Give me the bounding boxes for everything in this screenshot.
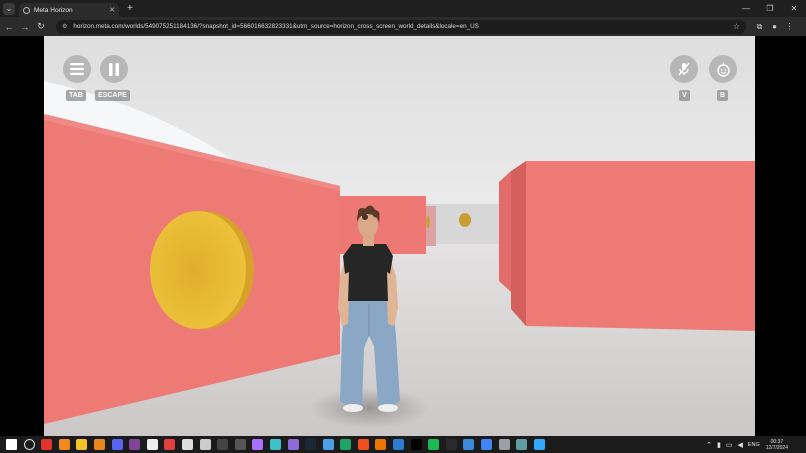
- vlc-icon[interactable]: [93, 439, 105, 450]
- opera-icon[interactable]: [41, 439, 53, 450]
- tab-title: Meta Horizon: [34, 6, 73, 14]
- discord-icon[interactable]: [111, 439, 123, 450]
- right-wall: [526, 161, 755, 331]
- search-icon[interactable]: [23, 439, 35, 450]
- menu-icon: [70, 63, 84, 75]
- emote-key-label: B: [717, 90, 729, 101]
- tor-icon[interactable]: [129, 439, 141, 450]
- site-info-icon[interactable]: ⚙: [62, 23, 67, 30]
- game-scene: [44, 36, 755, 436]
- windows-taskbar: ⌃ ▮ ▭ ◀ ENG 00:37 12/7/2024: [0, 436, 806, 453]
- emote-button[interactable]: [709, 55, 737, 83]
- notion-icon[interactable]: [146, 439, 158, 450]
- url-text: horizon.meta.com/worlds/549075251184136/…: [73, 23, 479, 30]
- microphone-muted-icon: [678, 62, 690, 76]
- unity-icon[interactable]: [181, 439, 193, 450]
- pause-icon: [109, 62, 119, 76]
- browser-tab[interactable]: Meta Horizon ✕: [19, 3, 119, 17]
- file-explorer-icon[interactable]: [76, 439, 88, 450]
- taskbar-apps: [0, 439, 545, 450]
- reload-icon[interactable]: ↻: [34, 21, 48, 32]
- window-controls: — ❐ ✕: [734, 0, 806, 17]
- github-icon[interactable]: [252, 439, 264, 450]
- microphone-button[interactable]: [670, 55, 698, 83]
- sync-icon[interactable]: [463, 439, 475, 450]
- blender-icon[interactable]: [375, 439, 387, 450]
- network-icon[interactable]: ▭: [726, 441, 733, 449]
- excel-icon[interactable]: [340, 439, 352, 450]
- right-wall-side: [511, 161, 526, 326]
- spotify-icon[interactable]: [428, 439, 440, 450]
- clock-date: 12/7/2024: [765, 444, 788, 451]
- roblox-icon[interactable]: [164, 439, 176, 450]
- chrome-menu-icon[interactable]: ⋮: [782, 22, 797, 32]
- language-indicator[interactable]: ENG: [748, 442, 760, 448]
- chrome-icon[interactable]: [481, 439, 493, 450]
- visual-studio-icon[interactable]: [287, 439, 299, 450]
- code-icon[interactable]: [322, 439, 334, 450]
- steam-icon[interactable]: [305, 439, 317, 450]
- volume-icon[interactable]: ◀: [737, 441, 742, 449]
- new-tab-button[interactable]: +: [127, 3, 133, 15]
- microphone-tray-icon[interactable]: ▮: [717, 441, 721, 449]
- menu-button[interactable]: [63, 55, 91, 83]
- browser-tab-bar: ⌄ Meta Horizon ✕ + — ❐ ✕: [0, 0, 806, 17]
- close-window-icon[interactable]: ✕: [782, 4, 806, 13]
- 3d-icon[interactable]: [269, 439, 281, 450]
- windows-icon[interactable]: [6, 439, 17, 450]
- pause-key-label: ESCAPE: [95, 90, 130, 101]
- obs-icon[interactable]: [234, 439, 246, 450]
- epic-icon[interactable]: [445, 439, 457, 450]
- back-icon[interactable]: ←: [2, 22, 16, 32]
- microphone-key-label: V: [679, 90, 690, 101]
- tray-chevron-icon[interactable]: ⌃: [706, 441, 712, 449]
- menu-key-label: TAB: [66, 90, 86, 101]
- clock[interactable]: 00:37 12/7/2024: [766, 439, 788, 451]
- extensions-icon[interactable]: ⧉: [752, 22, 767, 32]
- unreal-icon[interactable]: [199, 439, 211, 450]
- firefox-icon[interactable]: [58, 439, 70, 450]
- tab-close-icon[interactable]: ✕: [109, 6, 115, 14]
- bookmark-star-icon[interactable]: ☆: [733, 22, 740, 31]
- forward-icon[interactable]: →: [18, 22, 32, 32]
- capcut-icon[interactable]: [410, 439, 422, 450]
- figma-icon[interactable]: [357, 439, 369, 450]
- avatar-shadow: [309, 388, 429, 428]
- game-viewport[interactable]: TAB ESCAPE V B: [44, 36, 755, 436]
- photoshop-icon[interactable]: [533, 439, 545, 450]
- browser-toolbar: ← → ↻ ⚙ horizon.meta.com/worlds/54907525…: [0, 17, 806, 36]
- system-tray: ⌃ ▮ ▭ ◀ ENG 00:37 12/7/2024: [706, 436, 806, 453]
- meta-favicon-icon: [23, 6, 30, 14]
- coin-large: [150, 211, 246, 329]
- coin-distant: [459, 213, 471, 227]
- wallet-icon[interactable]: [498, 439, 510, 450]
- screen: ⌄ Meta Horizon ✕ + — ❐ ✕ ← → ↻ ⚙ horizon…: [0, 0, 806, 453]
- restore-icon[interactable]: ❐: [758, 4, 782, 13]
- profile-icon[interactable]: ●: [767, 22, 782, 32]
- address-bar[interactable]: ⚙ horizon.meta.com/worlds/54907525118413…: [56, 19, 746, 34]
- terminal-icon[interactable]: [217, 439, 229, 450]
- minimize-icon[interactable]: —: [734, 4, 758, 13]
- tab-search-button[interactable]: ⌄: [3, 3, 15, 15]
- vscode-icon[interactable]: [393, 439, 405, 450]
- emote-icon: [716, 62, 730, 77]
- cloud-icon[interactable]: [516, 439, 528, 450]
- pause-button[interactable]: [100, 55, 128, 83]
